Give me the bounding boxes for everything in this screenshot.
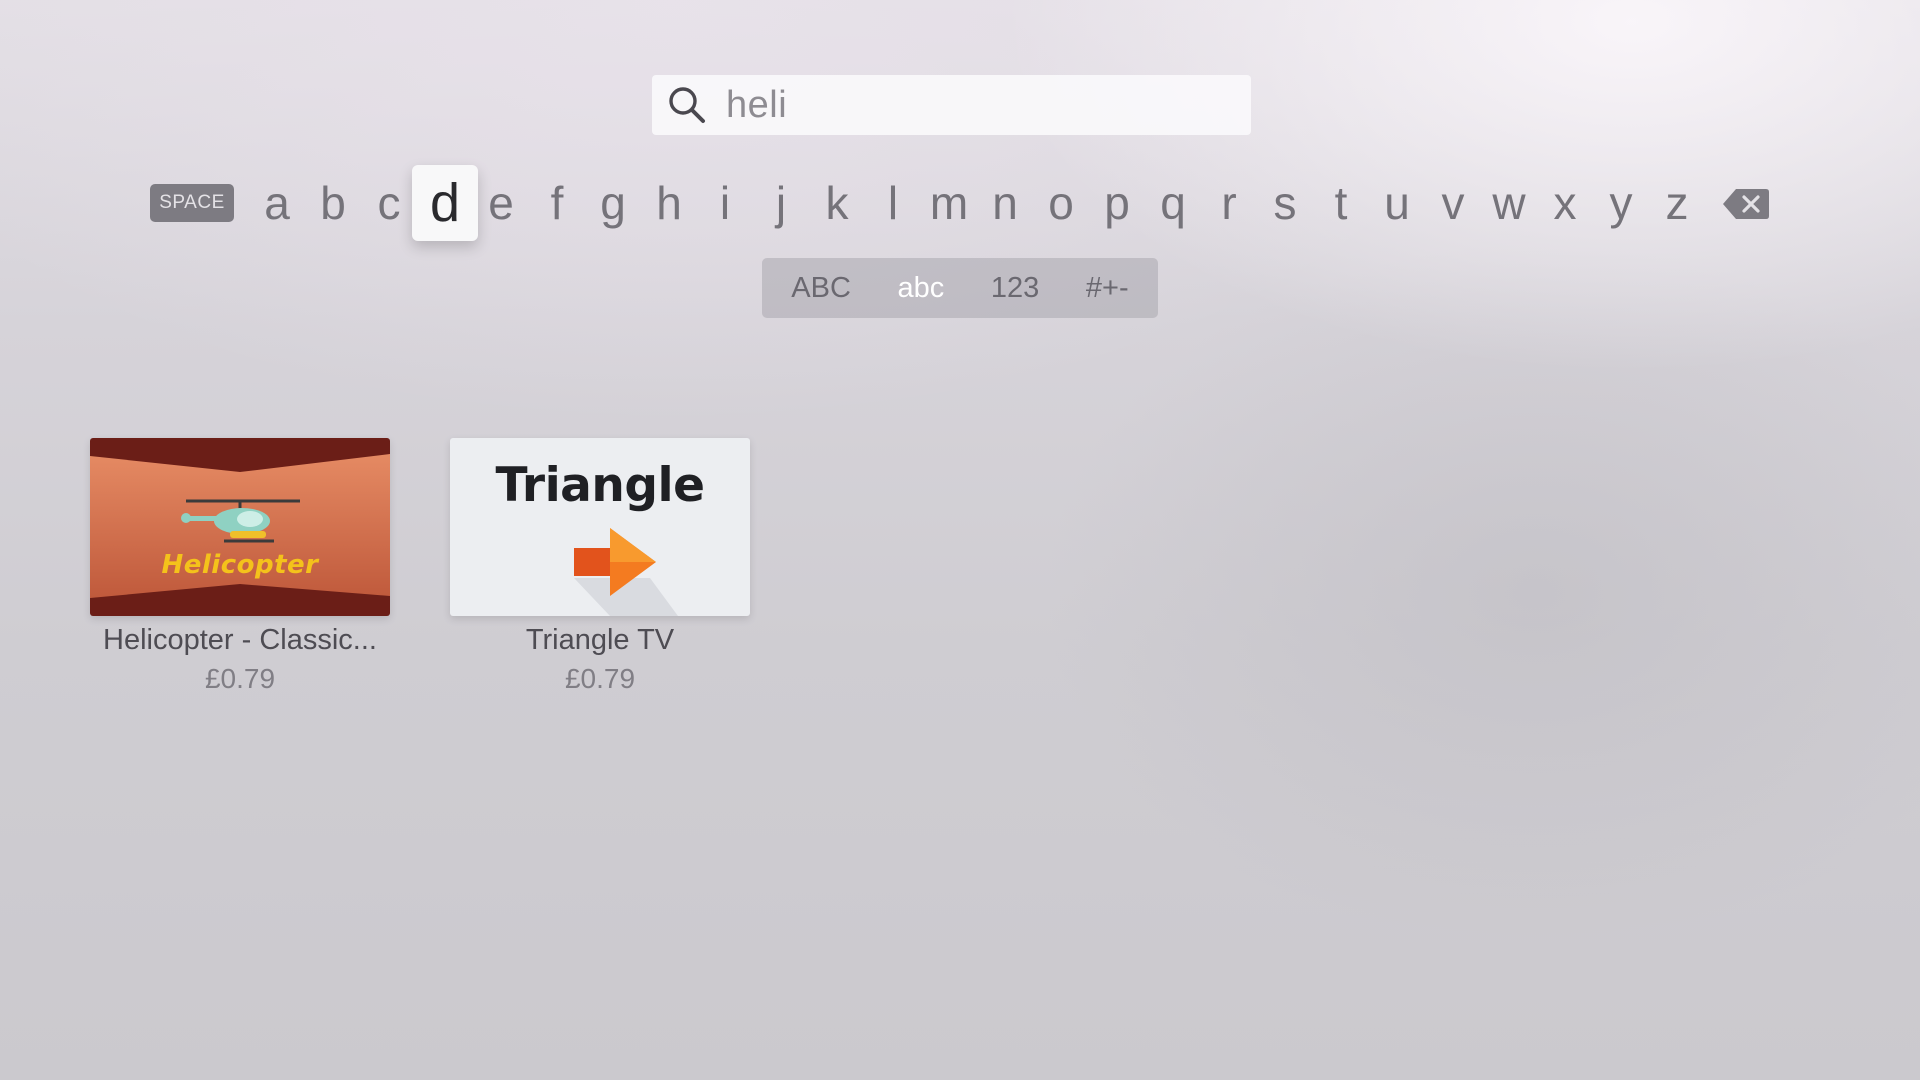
result-title: Helicopter - Classic... [103,624,377,656]
app-tile-helicopter[interactable]: Helicopter [90,438,390,616]
key-f[interactable]: f [529,164,585,242]
keyboard-mode-selector: ABC abc 123 #+- [762,258,1158,318]
key-u[interactable]: u [1369,164,1425,242]
key-m[interactable]: m [921,164,977,242]
key-p[interactable]: p [1089,164,1145,242]
key-n[interactable]: n [977,164,1033,242]
key-w[interactable]: w [1481,164,1537,242]
key-e[interactable]: e [473,164,529,242]
letter-keys: a b c d e f g h i j k l m n o p q r s t … [249,164,1705,242]
key-o[interactable]: o [1033,164,1089,242]
result-item-triangle-tv[interactable]: Triangle Triangle TV £0.79 [450,438,750,695]
key-y[interactable]: y [1593,164,1649,242]
result-title: Triangle TV [525,624,675,656]
result-price: £0.79 [564,663,636,694]
key-q[interactable]: q [1145,164,1201,242]
key-x[interactable]: x [1537,164,1593,242]
mode-uppercase[interactable]: ABC [781,266,861,311]
result-price: £0.79 [204,663,276,694]
key-k[interactable]: k [809,164,865,242]
result-item-helicopter[interactable]: Helicopter Helicopter - Classic... £0.79 [90,438,390,695]
arrow-right-icon [574,528,678,616]
app-tile-triangle-tv[interactable]: Triangle [450,438,750,616]
key-j[interactable]: j [753,164,809,242]
key-s[interactable]: s [1257,164,1313,242]
key-t[interactable]: t [1313,164,1369,242]
mode-lowercase[interactable]: abc [888,266,955,311]
key-h[interactable]: h [641,164,697,242]
backspace-icon [1723,189,1769,219]
key-a[interactable]: a [249,164,305,242]
mode-symbols[interactable]: #+- [1076,266,1139,311]
key-v[interactable]: v [1425,164,1481,242]
space-key[interactable]: SPACE [150,184,234,222]
search-field[interactable]: heli [652,75,1251,135]
key-c[interactable]: c [361,164,417,242]
key-l[interactable]: l [865,164,921,242]
delete-key[interactable] [1722,188,1770,220]
keyboard-row: SPACE a b c d e f g h i j k l m n o p q … [0,164,1920,242]
key-r[interactable]: r [1201,164,1257,242]
key-b[interactable]: b [305,164,361,242]
tile-wordmark: Helicopter [161,550,319,580]
key-i[interactable]: i [697,164,753,242]
key-g[interactable]: g [585,164,641,242]
key-z[interactable]: z [1649,164,1705,242]
search-icon [666,84,708,126]
key-d-focused[interactable]: d [412,165,478,241]
mode-numbers[interactable]: 123 [981,266,1049,311]
helicopter-icon [90,454,390,598]
search-query-text: heli [726,83,788,126]
